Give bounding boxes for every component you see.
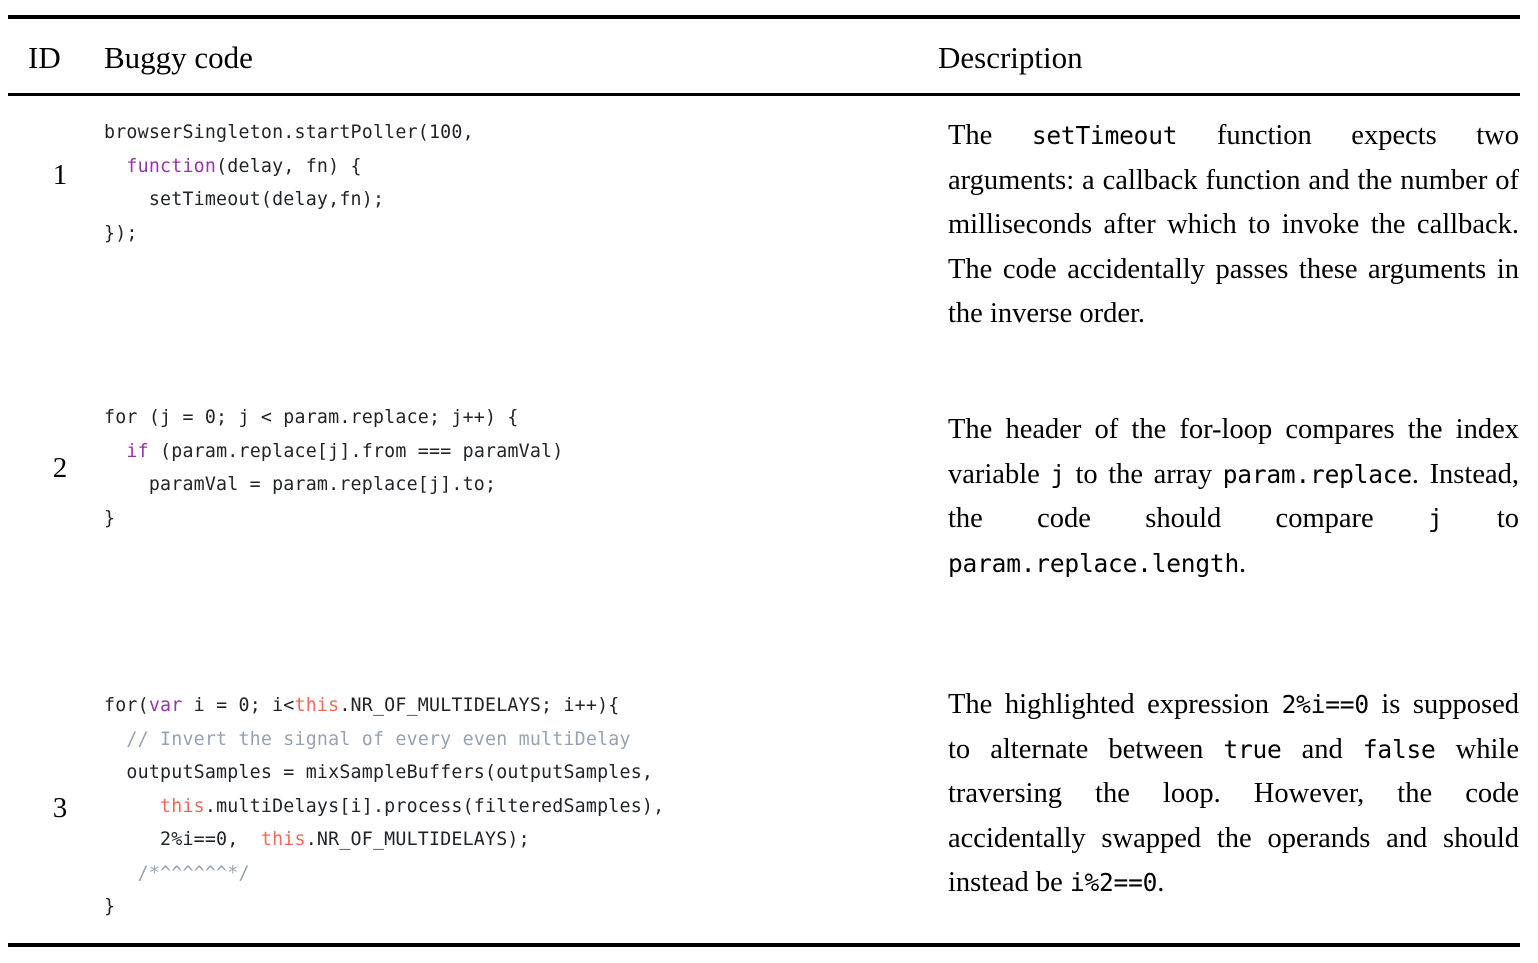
inline-code: false bbox=[1362, 734, 1436, 764]
code-token: browserSingleton.startPoller(100, bbox=[104, 122, 474, 143]
code-token: } bbox=[104, 896, 116, 917]
column-header-id: ID bbox=[28, 40, 61, 75]
code-token: this bbox=[260, 829, 306, 850]
code-token: /*^^^^^^*/ bbox=[104, 862, 250, 884]
inline-code: 2%i==0 bbox=[1281, 690, 1370, 719]
row-id: 1 bbox=[52, 159, 68, 191]
code-token: setTimeout(delay,fn); bbox=[104, 189, 385, 210]
code-token: }); bbox=[104, 222, 138, 244]
code-token: if bbox=[126, 440, 149, 462]
buggy-code-block: for(var i = 0; i<this.NR_OF_MULTIDELAYS;… bbox=[104, 689, 924, 924]
table-bottom-rule bbox=[8, 943, 1520, 947]
description-text: The header of the for-loop compares the … bbox=[948, 414, 1520, 579]
inline-code: param.replace bbox=[1222, 459, 1412, 489]
inline-code: true bbox=[1223, 734, 1282, 764]
code-token: for( bbox=[104, 695, 149, 716]
description-text: The setTimeout function expects two argu… bbox=[948, 120, 1520, 329]
column-header-buggy-code: Buggy code bbox=[104, 40, 253, 75]
buggy-code-table: ID Buggy code Description 1 browserSingl… bbox=[8, 0, 1520, 963]
inline-code: param.replace.length bbox=[948, 548, 1240, 578]
code-token: for (j = 0; j < param.replace; j++) { bbox=[104, 407, 519, 428]
table-row: 2 for (j = 0; j < param.replace; j++) { … bbox=[8, 386, 1520, 631]
code-token: 2%i==0, bbox=[104, 829, 261, 850]
code-token: .multiDelays[i].process(filteredSamples)… bbox=[204, 795, 665, 817]
buggy-code-block: for (j = 0; j < param.replace; j++) { if… bbox=[104, 401, 924, 535]
table-row: 1 browserSingleton.startPoller(100, func… bbox=[8, 96, 1520, 386]
table-body: 1 browserSingleton.startPoller(100, func… bbox=[8, 96, 1520, 943]
code-token: } bbox=[104, 507, 116, 529]
inline-code: i%2==0 bbox=[1069, 868, 1158, 897]
code-token: paramVal = param.replace[j].to; bbox=[104, 474, 497, 495]
table-row: 3 for(var i = 0; i<this.NR_OF_MULTIDELAY… bbox=[8, 631, 1520, 943]
code-token: var bbox=[148, 695, 183, 716]
inline-code: j bbox=[1050, 459, 1065, 489]
row-id: 3 bbox=[52, 792, 68, 824]
buggy-code-block: browserSingleton.startPoller(100, functi… bbox=[104, 116, 924, 250]
code-token: outputSamples = mixSampleBuffers(outputS… bbox=[104, 762, 654, 783]
column-header-description: Description bbox=[938, 40, 1083, 75]
code-token: i = 0; i< bbox=[182, 695, 295, 716]
code-token: .NR_OF_MULTIDELAYS; i++){ bbox=[339, 695, 620, 716]
code-token: (delay, fn) { bbox=[216, 155, 362, 177]
row-id: 2 bbox=[52, 452, 68, 484]
inline-code: setTimeout bbox=[1031, 121, 1178, 150]
table-top-rule bbox=[8, 15, 1520, 19]
code-token: this bbox=[294, 695, 340, 716]
table-header-row: ID Buggy code Description bbox=[8, 40, 1520, 86]
code-token: this bbox=[160, 795, 205, 817]
code-token: .NR_OF_MULTIDELAYS); bbox=[305, 829, 530, 850]
code-token: (param.replace[j].from === paramVal) bbox=[148, 440, 564, 462]
description-text: The highlighted expression 2%i==0 is sup… bbox=[948, 689, 1519, 898]
code-token: function bbox=[126, 155, 217, 177]
code-token: // Invert the signal of every even multi… bbox=[104, 728, 631, 750]
inline-code: j bbox=[1427, 504, 1443, 533]
